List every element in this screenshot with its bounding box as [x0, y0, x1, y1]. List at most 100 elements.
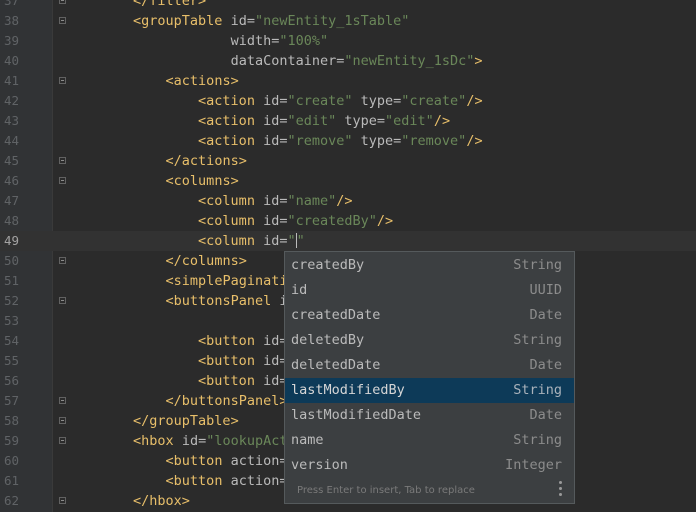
completion-hint: Press Enter to insert, Tab to replace: [297, 485, 475, 496]
code-text: <simplePaginati: [165, 273, 288, 289]
code-text: <action id="edit" type="edit"/>: [198, 113, 451, 129]
fold-marker-icon[interactable]: [59, 177, 66, 184]
completion-item-name: createdBy: [291, 257, 365, 273]
fold-marker-icon[interactable]: [59, 497, 66, 504]
line-number: 56: [3, 373, 19, 388]
code-text: <button action=: [165, 453, 288, 469]
line-number: 44: [3, 133, 19, 148]
fold-marker-icon[interactable]: [59, 417, 66, 424]
code-text: </hbox>: [133, 493, 190, 509]
fold-marker-icon[interactable]: [59, 437, 66, 444]
completion-item-name: lastModifiedDate: [291, 407, 422, 423]
completion-item-type: String: [513, 382, 562, 398]
code-line[interactable]: 42 <action id="create" type="create"/>: [0, 91, 696, 111]
line-number: 57: [3, 393, 19, 408]
code-line[interactable]: 49 <column id="": [0, 231, 696, 251]
code-line[interactable]: 46 <columns>: [0, 171, 696, 191]
fold-marker-icon[interactable]: [59, 257, 66, 264]
code-text: <action id="remove" type="remove"/>: [198, 133, 483, 149]
completion-item[interactable]: lastModifiedBy String: [285, 378, 574, 403]
line-number: 37: [3, 0, 19, 8]
line-number: 50: [3, 253, 19, 268]
line-number: 46: [3, 173, 19, 188]
code-text: <groupTable id="newEntity_1sTable": [133, 13, 410, 29]
completion-item-name: version: [291, 457, 348, 473]
completion-item-name: createdDate: [291, 307, 381, 323]
completion-item[interactable]: deletedBy String: [285, 328, 574, 353]
fold-marker-icon[interactable]: [59, 77, 66, 84]
completion-item-type: String: [513, 432, 562, 448]
completion-item-name: deletedDate: [291, 357, 381, 373]
code-text: width="100%": [230, 33, 329, 49]
completion-item[interactable]: version Integer: [285, 453, 574, 478]
line-number: 48: [3, 213, 19, 228]
completion-item[interactable]: createdBy String: [285, 253, 574, 278]
completion-item[interactable]: id UUID: [285, 278, 574, 303]
code-text: <action id="create" type="create"/>: [198, 93, 483, 109]
code-text: </columns>: [165, 253, 247, 269]
code-text: <button action=: [165, 473, 288, 489]
line-number: 54: [3, 333, 19, 348]
code-line[interactable]: 45 </actions>: [0, 151, 696, 171]
code-text: <column id="createdBy"/>: [198, 213, 394, 229]
fold-marker-icon[interactable]: [59, 157, 66, 164]
code-text: <buttonsPanel i: [165, 293, 288, 309]
completion-item[interactable]: lastModifiedDate Date: [285, 403, 574, 428]
completion-item[interactable]: name String: [285, 428, 574, 453]
code-line[interactable]: 47 <column id="name"/>: [0, 191, 696, 211]
fold-marker-icon[interactable]: [59, 297, 66, 304]
line-number: 53: [3, 313, 19, 328]
line-number: 59: [3, 433, 19, 448]
code-text: <column id="": [198, 233, 305, 249]
code-text: </actions>: [165, 153, 247, 169]
line-number: 43: [3, 113, 19, 128]
line-number: 49: [3, 233, 19, 248]
completion-item-type: String: [513, 332, 562, 348]
completion-item-type: Integer: [505, 457, 562, 473]
code-text: </groupTable>: [133, 413, 239, 429]
code-text: <column id="name"/>: [198, 193, 353, 209]
completion-popup[interactable]: createdBy String id UUID createdDate Date dele…: [284, 251, 575, 504]
line-number: 39: [3, 33, 19, 48]
fold-marker-icon[interactable]: [59, 17, 66, 24]
code-line[interactable]: 39 width="100%": [0, 31, 696, 51]
completion-item-name: lastModifiedBy: [291, 382, 405, 398]
line-number: 61: [3, 473, 19, 488]
line-number: 62: [3, 493, 19, 508]
completion-item-type: Date: [529, 357, 562, 373]
code-text: dataContainer="newEntity_1sDc">: [230, 53, 483, 69]
code-text: <actions>: [165, 73, 239, 89]
code-line[interactable]: 40 dataContainer="newEntity_1sDc">: [0, 51, 696, 71]
fold-marker-icon[interactable]: [59, 397, 66, 404]
fold-marker-icon[interactable]: [59, 0, 66, 4]
line-number: 42: [3, 93, 19, 108]
code-line[interactable]: 48 <column id="createdBy"/>: [0, 211, 696, 231]
completion-item-name: deletedBy: [291, 332, 365, 348]
line-number: 51: [3, 273, 19, 288]
completion-item-type: String: [513, 257, 562, 273]
code-text: </buttonsPanel>: [165, 393, 288, 409]
completion-item[interactable]: deletedDate Date: [285, 353, 574, 378]
completion-item[interactable]: createdDate Date: [285, 303, 574, 328]
line-number: 60: [3, 453, 19, 468]
line-number: 55: [3, 353, 19, 368]
line-number: 40: [3, 53, 19, 68]
completion-item-type: Date: [529, 307, 562, 323]
code-line[interactable]: 43 <action id="edit" type="edit"/>: [0, 111, 696, 131]
line-number: 38: [3, 13, 19, 28]
code-text: <columns>: [165, 173, 239, 189]
line-number: 45: [3, 153, 19, 168]
vertical-dots-icon[interactable]: [559, 481, 565, 499]
code-text: </filter>: [133, 0, 207, 9]
line-number: 47: [3, 193, 19, 208]
code-line[interactable]: 37 </filter>: [0, 0, 696, 11]
completion-item-name: name: [291, 432, 324, 448]
completion-item-type: UUID: [529, 282, 562, 298]
code-line[interactable]: 44 <action id="remove" type="remove"/>: [0, 131, 696, 151]
code-line[interactable]: 38 <groupTable id="newEntity_1sTable": [0, 11, 696, 31]
line-number: 52: [3, 293, 19, 308]
completion-item-type: Date: [529, 407, 562, 423]
code-line[interactable]: 41 <actions>: [0, 71, 696, 91]
line-number: 41: [3, 73, 19, 88]
completion-item-name: id: [291, 282, 308, 298]
